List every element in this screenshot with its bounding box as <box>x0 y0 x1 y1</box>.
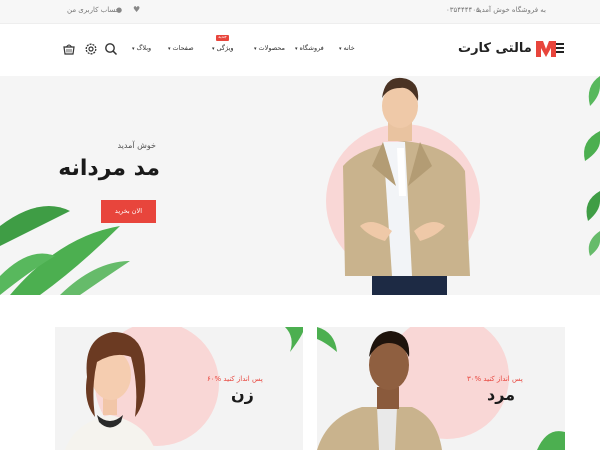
men-category-title: مرد <box>487 385 516 404</box>
chevron-down-icon: ▾ <box>212 46 215 52</box>
nav-item-blog[interactable]: ▾ وبلاگ <box>132 44 151 52</box>
nav-item-pages[interactable]: ▾ صفحات <box>168 44 194 52</box>
top-bar: ♥ حساب کاربری من ● ۰۳۵۴۴۴۴۰۵ به فروشگاه … <box>0 0 600 24</box>
logo-text: مالتی کارت <box>458 40 532 56</box>
nav-item-home[interactable]: ▾ خانه <box>339 44 355 52</box>
user-icon[interactable]: ● <box>116 6 122 14</box>
chevron-down-icon: ▾ <box>168 46 171 52</box>
welcome-text: به فروشگاه خوش آمدید <box>476 6 546 14</box>
main-header: مالتی کارت ▾ خانه ▾ فروشگاه ▾ محصولات ▾ ویژگ… <box>0 24 600 76</box>
new-badge: جدید <box>216 35 229 41</box>
shop-now-button[interactable]: الان بخرید <box>101 200 156 223</box>
category-card-women[interactable]: ۶۰% پس انداز کنید زن <box>55 327 303 450</box>
hero-model-image <box>343 77 470 295</box>
nav-item-features[interactable]: ▾ ویژگی <box>212 44 234 52</box>
hero-title: مد مردانه <box>58 156 160 181</box>
category-card-men[interactable]: ۳۰% پس انداز کنید مرد <box>317 327 565 450</box>
wishlist-heart-icon[interactable]: ♥ <box>133 5 140 14</box>
search-icon[interactable] <box>104 42 118 56</box>
hero-banner: خوش آمدید مد مردانه الان بخرید <box>0 76 600 295</box>
main-nav: ▾ خانه ▾ فروشگاه ▾ محصولات ▾ ویژگی ▾ صفحات ▾ و… <box>128 44 355 56</box>
settings-icon[interactable] <box>84 42 98 56</box>
women-model-image <box>65 327 303 450</box>
leaf-decoration-right <box>584 76 600 256</box>
hero-illustration <box>0 76 600 295</box>
women-category-title: زن <box>231 385 254 404</box>
men-model-image <box>317 327 565 450</box>
hero-welcome-text: خوش آمدید <box>117 141 156 150</box>
cart-icon[interactable] <box>62 42 76 56</box>
phone-number: ۰۳۵۴۴۴۴۰۵ <box>446 6 480 14</box>
chevron-down-icon: ▾ <box>295 46 298 52</box>
logo-mark-icon <box>535 41 556 57</box>
nav-item-shop[interactable]: ▾ فروشگاه <box>295 44 324 52</box>
chevron-down-icon: ▾ <box>254 46 257 52</box>
logo[interactable]: مالتی کارت <box>458 38 556 58</box>
chevron-down-icon: ▾ <box>132 46 135 52</box>
my-account-link[interactable]: حساب کاربری من <box>67 6 120 14</box>
chevron-down-icon: ▾ <box>339 46 342 52</box>
men-discount-text: ۳۰% پس انداز کنید <box>467 375 523 383</box>
nav-item-products[interactable]: ▾ محصولات <box>254 44 285 52</box>
women-discount-text: ۶۰% پس انداز کنید <box>207 375 263 383</box>
